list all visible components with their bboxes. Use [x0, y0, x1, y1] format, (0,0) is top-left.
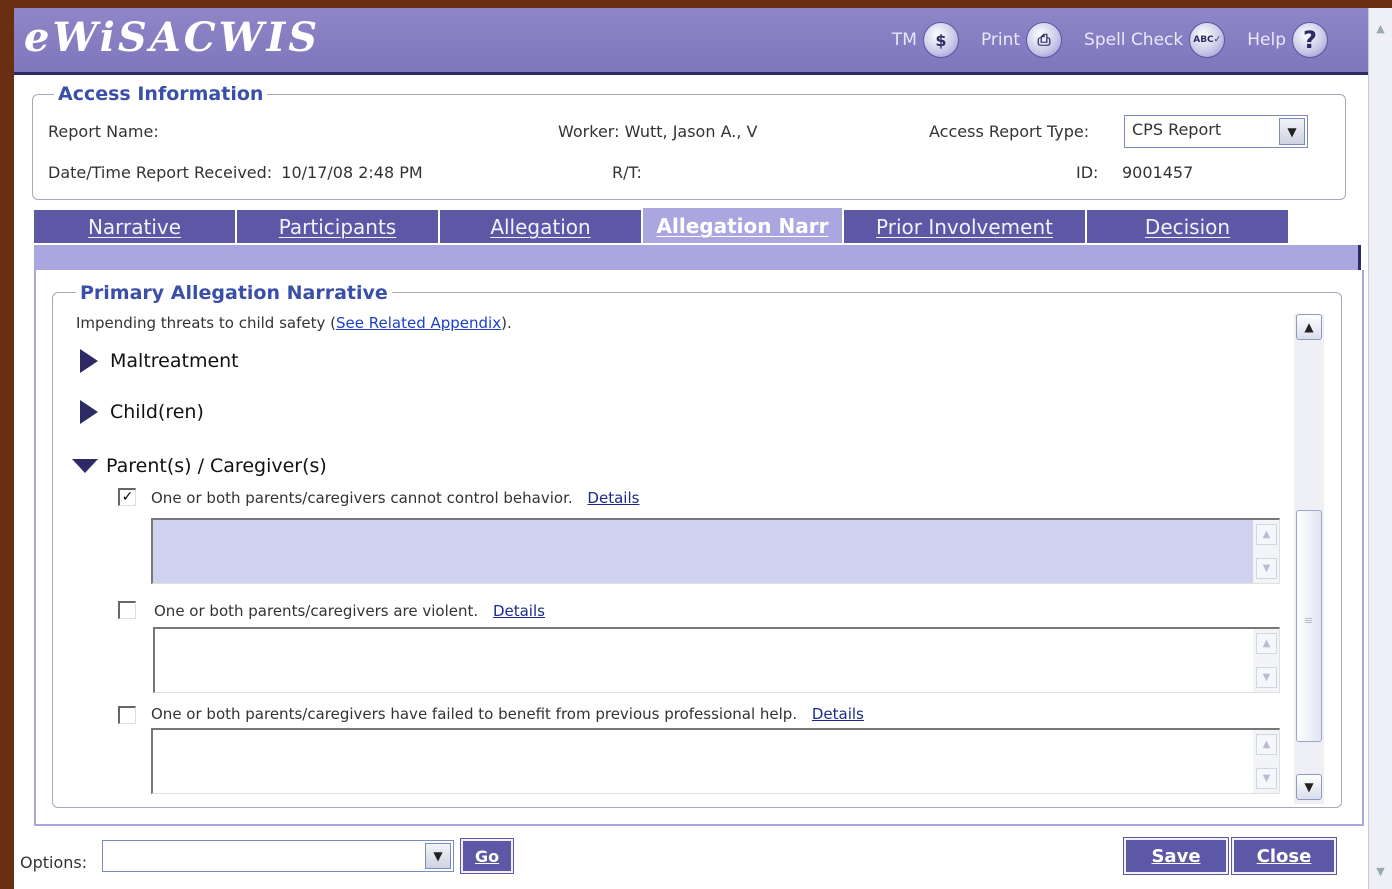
page-scrollbar[interactable]: ▲ ▼	[1368, 8, 1392, 889]
access-information-legend: Access Information	[54, 83, 268, 105]
are-violent-checkbox[interactable]	[118, 601, 136, 619]
print-label: Print	[980, 30, 1021, 50]
item-row: One or both parents/caregivers cannot co…	[151, 489, 639, 507]
tab-narrative[interactable]: Narrative	[34, 210, 237, 243]
report-type-label: Access Report Type:	[929, 122, 1090, 141]
worker-label: Worker:	[558, 122, 620, 141]
children-label: Child(ren)	[110, 401, 204, 423]
are-violent-textarea[interactable]: ▲ ▼	[153, 627, 1280, 693]
help-button[interactable]: Help ?	[1247, 22, 1328, 58]
spell-check-button[interactable]: Spell Check ABC✓	[1084, 22, 1226, 58]
scroll-up-icon[interactable]: ▲	[1256, 633, 1277, 654]
children-section-toggle[interactable]: Child(ren)	[80, 400, 204, 424]
textarea-scrollbar[interactable]: ▲ ▼	[1253, 730, 1279, 793]
tab-decision[interactable]: Decision	[1087, 210, 1290, 243]
app-logo: eWiSACWIS	[24, 14, 321, 61]
tm-button[interactable]: TM $	[892, 22, 959, 58]
help-icon: ?	[1292, 22, 1328, 58]
textarea-scrollbar[interactable]: ▲ ▼	[1253, 629, 1279, 692]
are-violent-label: One or both parents/caregivers are viole…	[154, 602, 479, 620]
parents-caregivers-label: Parent(s) / Caregiver(s)	[106, 455, 327, 477]
tab-content-band	[34, 245, 1361, 270]
intro-text: Impending threats to child safety (See R…	[76, 314, 512, 332]
spell-check-label: Spell Check	[1084, 30, 1184, 50]
tm-icon: $	[922, 22, 959, 58]
intro-prefix: Impending threats to child safety (	[76, 314, 336, 332]
tab-bar: Narrative Participants Allegation Allega…	[34, 208, 1290, 243]
id-label: ID:	[1076, 163, 1099, 182]
failed-to-benefit-checkbox[interactable]	[118, 706, 136, 724]
cannot-control-behavior-label: One or both parents/caregivers cannot co…	[151, 489, 573, 507]
failed-to-benefit-details-link[interactable]: Details	[812, 705, 864, 723]
received-field: Date/Time Report Received: 10/17/08 2:48…	[48, 163, 423, 182]
tab-allegation[interactable]: Allegation	[440, 210, 643, 243]
tab-prior-involvement[interactable]: Prior Involvement	[844, 210, 1087, 243]
spell-check-icon: ABC✓	[1189, 22, 1226, 58]
failed-to-benefit-label: One or both parents/caregivers have fail…	[151, 705, 798, 723]
received-value: 10/17/08 2:48 PM	[281, 163, 423, 182]
print-button[interactable]: Print ⎙	[980, 22, 1063, 58]
cannot-control-behavior-details-link[interactable]: Details	[587, 489, 639, 507]
chevron-down-icon[interactable]: ▼	[425, 843, 451, 869]
report-type-value: CPS Report	[1132, 120, 1222, 139]
item-row: One or both parents/caregivers are viole…	[154, 602, 545, 620]
parents-caregivers-section-toggle[interactable]: Parent(s) / Caregiver(s)	[72, 455, 327, 477]
cannot-control-behavior-checkbox[interactable]: ✓	[118, 488, 136, 506]
tab-allegation-narr[interactable]: Allegation Narr	[643, 208, 844, 243]
scroll-up-icon[interactable]: ▲	[1296, 314, 1322, 340]
worker-field: Worker: Wutt, Jason A., V	[558, 122, 757, 141]
textarea-scrollbar[interactable]: ▲ ▼	[1253, 520, 1279, 583]
maltreatment-label: Maltreatment	[110, 350, 239, 372]
application-window: eWiSACWIS TM $ Print ⎙ Spell Check ABC✓ …	[14, 8, 1368, 889]
tm-label: TM	[891, 30, 917, 50]
cannot-control-behavior-textarea[interactable]: ▲ ▼	[151, 518, 1280, 584]
scrollbar-thumb[interactable]: ≡	[1296, 510, 1322, 742]
options-label: Options:	[20, 853, 88, 872]
report-type-select[interactable]: CPS Report ▼	[1124, 115, 1308, 148]
primary-allegation-narrative-legend: Primary Allegation Narrative	[76, 282, 392, 304]
help-label: Help	[1247, 30, 1286, 50]
narrative-scrollbar[interactable]: ▲ ≡ ▼	[1294, 314, 1324, 804]
intro-suffix: ).	[501, 314, 512, 332]
scroll-down-icon[interactable]: ▼	[1296, 774, 1322, 800]
rt-label: R/T:	[612, 163, 642, 182]
scroll-up-icon[interactable]: ▲	[1256, 734, 1277, 755]
see-related-appendix-link[interactable]: See Related Appendix	[336, 314, 501, 332]
close-button[interactable]: Close	[1231, 837, 1337, 875]
tab-participants[interactable]: Participants	[237, 210, 440, 243]
scroll-down-icon[interactable]: ▼	[1256, 768, 1277, 789]
are-violent-details-link[interactable]: Details	[493, 602, 545, 620]
report-name-label: Report Name:	[48, 122, 159, 141]
go-button[interactable]: Go	[460, 838, 514, 874]
expand-arrow-icon	[80, 349, 98, 373]
printer-icon: ⎙	[1026, 22, 1063, 58]
id-value: 9001457	[1122, 163, 1194, 182]
chevron-down-icon[interactable]: ▼	[1279, 118, 1305, 145]
save-button[interactable]: Save	[1123, 837, 1229, 875]
grip-icon: ≡	[1304, 614, 1314, 627]
expand-arrow-icon	[80, 400, 98, 424]
item-row: One or both parents/caregivers have fail…	[151, 705, 864, 723]
scroll-down-icon[interactable]: ▼	[1256, 558, 1277, 579]
options-select[interactable]: ▼	[102, 840, 454, 872]
header-toolbar: TM $ Print ⎙ Spell Check ABC✓ Help ?	[892, 22, 1328, 58]
failed-to-benefit-textarea[interactable]: ▲ ▼	[151, 728, 1280, 794]
received-label: Date/Time Report Received:	[48, 163, 273, 182]
scroll-up-icon[interactable]: ▲	[1372, 20, 1389, 37]
scroll-down-icon[interactable]: ▼	[1256, 667, 1277, 688]
collapse-arrow-icon	[72, 459, 98, 473]
scroll-down-icon[interactable]: ▼	[1372, 863, 1389, 880]
app-header: eWiSACWIS TM $ Print ⎙ Spell Check ABC✓ …	[14, 8, 1368, 75]
worker-value: Wutt, Jason A., V	[624, 122, 758, 141]
scroll-up-icon[interactable]: ▲	[1256, 524, 1277, 545]
maltreatment-section-toggle[interactable]: Maltreatment	[80, 349, 239, 373]
